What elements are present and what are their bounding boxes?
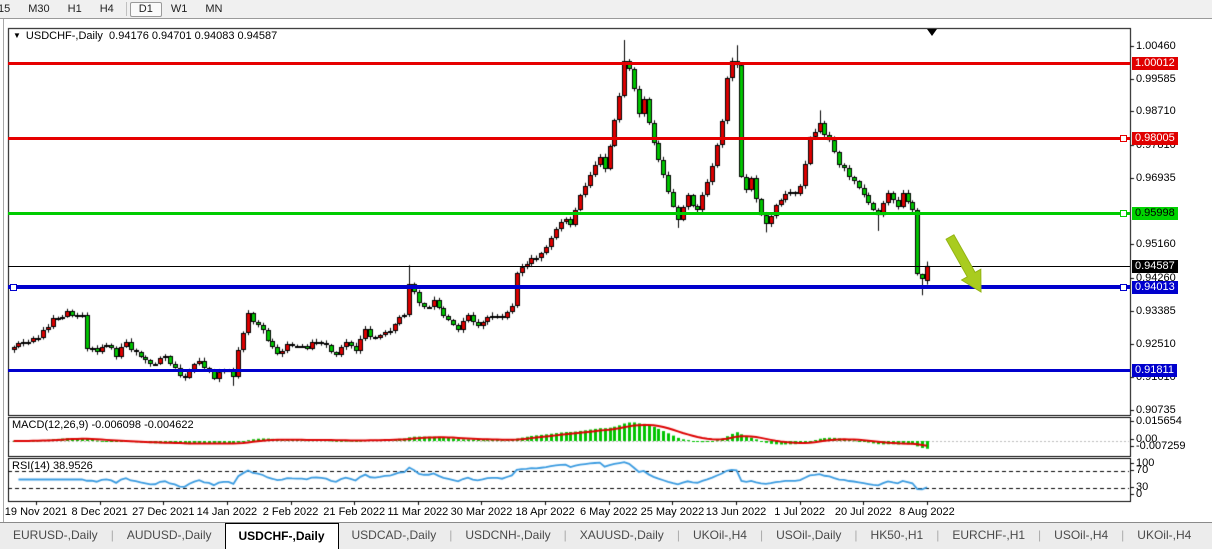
chart-tab-bar: EURUSD-,Daily|AUDUSD-,DailyUSDCHF-,Daily… <box>0 522 1212 549</box>
rsi-indicator-label: RSI(14) 38.9526 <box>12 460 93 472</box>
toolbar-separator <box>126 2 127 16</box>
hline-handle[interactable] <box>1120 210 1127 217</box>
price-badge-1.00012: 1.00012 <box>1132 57 1178 70</box>
tab-usdcnh-daily[interactable]: USDCNH-,Daily <box>452 523 563 549</box>
hline-handle[interactable] <box>10 284 17 291</box>
tab-usdcad-daily[interactable]: USDCAD-,Daily <box>339 523 450 549</box>
hline-0.94587[interactable] <box>8 266 1130 267</box>
axis-label: -0.007259 <box>1136 440 1186 452</box>
timeframe-button-mn[interactable]: MN <box>196 2 231 17</box>
hline-0.95998[interactable] <box>8 212 1130 215</box>
hline-0.94013[interactable] <box>8 285 1130 289</box>
date-label: 18 Apr 2022 <box>515 506 574 518</box>
date-label: 25 May 2022 <box>641 506 705 518</box>
chart-shift-marker-icon[interactable] <box>927 29 937 36</box>
tab-xauusd-daily[interactable]: XAUUSD-,Daily <box>567 523 677 549</box>
axis-label: 0.92510 <box>1136 338 1176 350</box>
tab-usoil-h4[interactable]: USOil-,H4 <box>1041 523 1121 549</box>
symbol-period-label: USDCHF-,Daily <box>26 30 103 42</box>
ohlc-values: 0.94176 0.94701 0.94083 0.94587 <box>109 30 277 42</box>
axis-label: 1.00460 <box>1136 40 1176 52</box>
tab-usoil-daily[interactable]: USOil-,Daily <box>763 523 854 549</box>
date-label: 1 Jul 2022 <box>774 506 825 518</box>
axis-label: 0.98710 <box>1136 105 1176 117</box>
hline-handle[interactable] <box>1120 135 1127 142</box>
date-label: 11 Mar 2022 <box>387 506 448 518</box>
price-badge-0.94013: 0.94013 <box>1132 281 1178 294</box>
tab-eurchf-h1[interactable]: EURCHF-,H1 <box>939 523 1038 549</box>
chart-title: ▼ USDCHF-,Daily 0.94176 0.94701 0.94083 0… <box>13 30 277 42</box>
date-label: 6 May 2022 <box>580 506 637 518</box>
hline-0.98005[interactable] <box>8 137 1130 140</box>
mt4-chart-window: 15M30H1H4 D1W1MN ▼ USDCHF-,Daily 0.94176 0… <box>0 0 1212 549</box>
date-label: 20 Jul 2022 <box>835 506 892 518</box>
hline-1.00012[interactable] <box>8 62 1130 65</box>
tab-ukoil-h4[interactable]: UKOil-,H4 <box>680 523 760 549</box>
price-badge-0.95998: 0.95998 <box>1132 207 1178 220</box>
timeframe-toolbar: 15M30H1H4 D1W1MN <box>0 0 1212 19</box>
tab-ukoil-h4[interactable]: UKOil-,H4 <box>1124 523 1204 549</box>
price-badge-0.98005: 0.98005 <box>1132 132 1178 145</box>
date-label: 21 Feb 2022 <box>323 506 385 518</box>
timeframe-button-15[interactable]: 15 <box>0 2 19 17</box>
timeframe-button-h4[interactable]: H4 <box>91 2 123 17</box>
date-label: 14 Jan 2022 <box>197 506 258 518</box>
tab-audusd-daily[interactable]: AUDUSD-,Daily <box>114 523 225 549</box>
axis-label: 0.015654 <box>1136 415 1182 427</box>
date-label: 2 Feb 2022 <box>263 506 319 518</box>
timeframe-button-d1[interactable]: D1 <box>130 2 162 17</box>
hline-0.91811[interactable] <box>8 369 1130 372</box>
title-marker-icon: ▼ <box>13 31 21 40</box>
axis-label: 0.96935 <box>1136 172 1176 184</box>
price-badge-0.91811: 0.91811 <box>1132 364 1177 377</box>
axis-label: 70 <box>1136 464 1148 476</box>
macd-indicator-label: MACD(12,26,9) -0.006098 -0.004622 <box>12 419 194 431</box>
chart-client-area: ▼ USDCHF-,Daily 0.94176 0.94701 0.94083 0… <box>0 19 1212 522</box>
date-label: 27 Dec 2021 <box>132 506 194 518</box>
tab-eurusd-daily[interactable]: EURUSD-,Daily <box>0 523 111 549</box>
tab-hk50-h1[interactable]: HK50-,H1 <box>858 523 937 549</box>
hline-handle[interactable] <box>1120 284 1127 291</box>
date-label: 13 Jun 2022 <box>706 506 767 518</box>
date-label: 30 Mar 2022 <box>451 506 513 518</box>
axis-label: 0 <box>1136 488 1142 500</box>
date-label: 8 Dec 2021 <box>71 506 127 518</box>
candlestick-canvas[interactable] <box>0 19 1212 522</box>
axis-label: 0.95160 <box>1136 238 1176 250</box>
timeframe-button-m30[interactable]: M30 <box>19 2 58 17</box>
price-badge-0.94587: 0.94587 <box>1132 260 1178 273</box>
date-label: 8 Aug 2022 <box>899 506 955 518</box>
date-label: 19 Nov 2021 <box>5 506 67 518</box>
axis-label: 0.99585 <box>1136 73 1176 85</box>
axis-label: 0.93385 <box>1136 305 1176 317</box>
tab-usdchf-daily[interactable]: USDCHF-,Daily <box>225 523 339 549</box>
timeframe-button-h1[interactable]: H1 <box>59 2 91 17</box>
timeframe-button-w1[interactable]: W1 <box>162 2 197 17</box>
